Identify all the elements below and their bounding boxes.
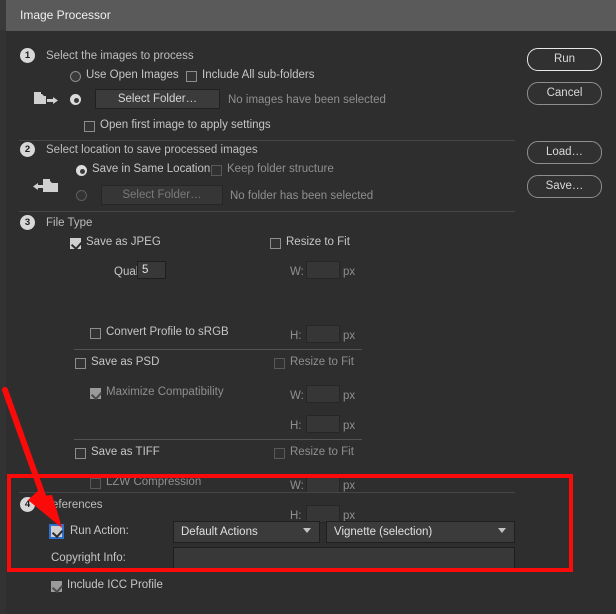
select-action-name[interactable]: Vignette (selection) xyxy=(326,521,515,543)
label-keep-folder-structure: Keep folder structure xyxy=(227,163,334,175)
step-1-badge: 1 xyxy=(20,48,35,63)
input-jpeg-quality-value: 5 xyxy=(142,264,149,276)
unit-jpeg-width-px: px xyxy=(343,266,356,278)
select-folder-dest-button[interactable]: Select Folder… xyxy=(101,185,223,205)
checkbox-keep-folder-structure[interactable] xyxy=(211,165,222,176)
radio-select-folder-source[interactable] xyxy=(70,94,81,105)
checkbox-tiff-resize-to-fit[interactable] xyxy=(274,448,285,459)
radio-use-open-images[interactable] xyxy=(70,71,81,82)
select-action-set[interactable]: Default Actions xyxy=(173,521,320,543)
checkbox-save-as-jpeg[interactable] xyxy=(70,238,81,249)
cancel-button[interactable]: Cancel xyxy=(527,82,602,105)
label-maximize-compatibility: Maximize Compatibility xyxy=(106,386,224,398)
checkbox-save-as-tiff[interactable] xyxy=(75,448,86,459)
checkbox-save-as-psd[interactable] xyxy=(75,358,86,369)
label-include-icc-profile: Include ICC Profile xyxy=(67,579,163,591)
checkbox-run-action[interactable] xyxy=(49,524,64,539)
label-convert-profile-srgb: Convert Profile to sRGB xyxy=(106,326,229,338)
step-2-badge: 2 xyxy=(20,142,35,157)
input-psd-height[interactable] xyxy=(306,415,340,433)
radio-select-folder-dest[interactable] xyxy=(76,190,87,201)
checkbox-open-first-image[interactable] xyxy=(84,121,95,132)
checkbox-lzw-compression[interactable] xyxy=(90,478,101,489)
save-button[interactable]: Save… xyxy=(527,175,602,198)
label-jpeg-width: W: xyxy=(290,266,304,278)
step-4-heading: eferences xyxy=(52,499,103,511)
label-jpeg-resize-to-fit: Resize to Fit xyxy=(286,236,350,248)
label-save-as-jpeg: Save as JPEG xyxy=(86,236,161,248)
source-folder-status: No images have been selected xyxy=(228,94,386,106)
select-folder-source-button[interactable]: Select Folder… xyxy=(95,89,220,109)
load-button[interactable]: Load… xyxy=(527,141,602,164)
select-action-name-value: Vignette (selection) xyxy=(334,526,433,538)
checkbox-jpeg-resize-to-fit[interactable] xyxy=(270,238,281,249)
label-psd-width: W: xyxy=(290,390,304,402)
radio-save-same-location[interactable] xyxy=(76,165,87,176)
divider-3 xyxy=(19,492,515,493)
divider-2 xyxy=(19,211,515,212)
checkbox-maximize-compatibility[interactable] xyxy=(90,388,101,399)
label-save-same-location: Save in Same Location xyxy=(92,163,211,175)
label-include-subfolders: Include All sub-folders xyxy=(202,69,315,81)
label-save-as-psd: Save as PSD xyxy=(91,356,160,368)
unit-psd-height-px: px xyxy=(343,420,356,432)
checkbox-include-subfolders[interactable] xyxy=(186,71,197,82)
select-action-set-value: Default Actions xyxy=(181,526,258,538)
input-tiff-width[interactable] xyxy=(306,475,340,493)
step-1-heading: Select the images to process xyxy=(46,50,194,62)
unit-tiff-width-px: px xyxy=(343,480,356,492)
input-copyright-info[interactable] xyxy=(173,547,515,569)
step-3-heading: File Type xyxy=(46,217,93,229)
label-save-as-tiff: Save as TIFF xyxy=(91,446,160,458)
divider-jpeg-psd xyxy=(74,349,362,350)
divider-1 xyxy=(19,140,515,141)
image-processor-window: Image Processor 1 Select the images to p… xyxy=(0,0,616,614)
folder-import-icon xyxy=(33,179,58,192)
label-lzw-compression: LZW Compression xyxy=(106,476,202,488)
label-tiff-resize-to-fit: Resize to Fit xyxy=(290,446,354,458)
label-open-first-image: Open first image to apply settings xyxy=(100,119,271,131)
input-jpeg-width[interactable] xyxy=(306,261,340,279)
step-2-heading: Select location to save processed images xyxy=(46,144,258,156)
label-jpeg-height: H: xyxy=(290,330,302,342)
input-psd-width[interactable] xyxy=(306,385,340,403)
label-use-open-images: Use Open Images xyxy=(86,69,179,81)
checkbox-psd-resize-to-fit[interactable] xyxy=(274,358,285,369)
label-tiff-width: W: xyxy=(290,480,304,492)
label-copyright-info: Copyright Info: xyxy=(51,552,126,564)
dest-folder-status: No folder has been selected xyxy=(230,190,374,202)
unit-psd-width-px: px xyxy=(343,390,356,402)
run-button[interactable]: Run xyxy=(527,48,602,71)
label-psd-height: H: xyxy=(290,420,302,432)
chevron-down-icon xyxy=(303,528,311,533)
label-psd-resize-to-fit: Resize to Fit xyxy=(290,356,354,368)
checkbox-convert-profile-srgb[interactable] xyxy=(90,328,101,339)
step-4-badge: 4 xyxy=(20,497,35,512)
input-jpeg-height[interactable] xyxy=(306,325,340,343)
checkbox-include-icc-profile[interactable] xyxy=(51,581,62,592)
divider-psd-tiff xyxy=(74,439,362,440)
chevron-down-icon xyxy=(498,528,506,533)
label-run-action: Run Action: xyxy=(70,525,129,537)
window-title: Image Processor xyxy=(20,8,111,22)
unit-jpeg-height-px: px xyxy=(343,330,356,342)
dialog-body: 1 Select the images to process Use Open … xyxy=(6,31,616,614)
input-jpeg-quality[interactable]: 5 xyxy=(137,261,166,279)
step-3-badge: 3 xyxy=(20,215,35,230)
title-bar[interactable]: Image Processor xyxy=(6,0,616,31)
folder-export-icon xyxy=(34,92,58,104)
